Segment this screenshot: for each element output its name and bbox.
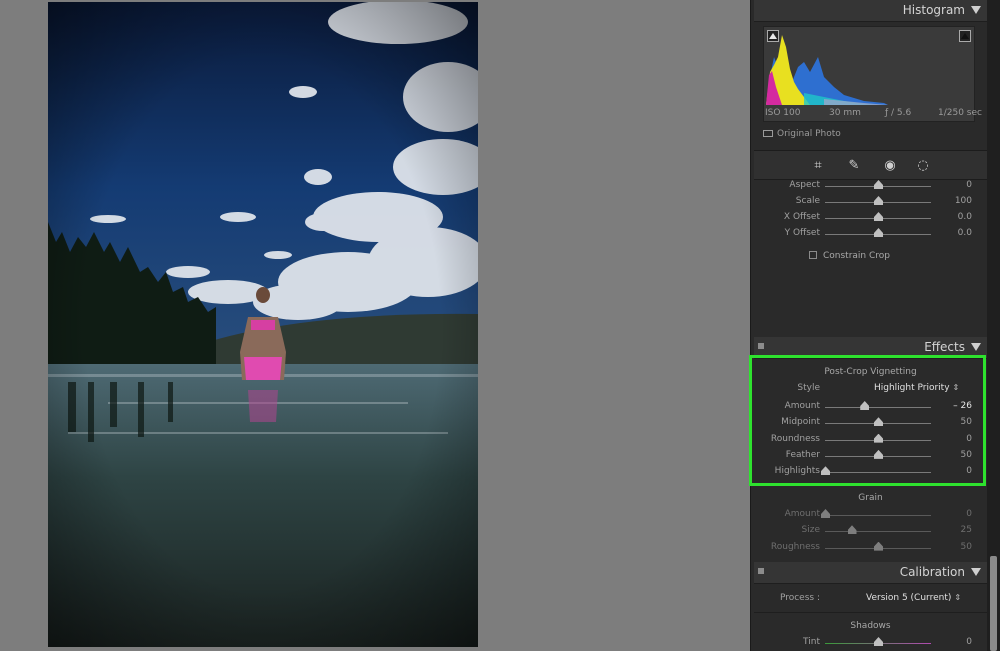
- vignetting-title: Post-Crop Vignetting: [824, 367, 917, 377]
- histogram-header[interactable]: Histogram: [754, 0, 987, 22]
- slider-row[interactable]: Feather 50: [0, 449, 1000, 464]
- effects-header[interactable]: Effects: [754, 337, 987, 359]
- aperture-readout: ƒ / 5.6: [885, 108, 912, 118]
- slider-row[interactable]: Amount 0: [0, 509, 1000, 523]
- slider-value[interactable]: 100: [930, 196, 972, 206]
- slider-value[interactable]: 0: [930, 509, 972, 519]
- slider-knob[interactable]: [821, 466, 830, 476]
- slider-row[interactable]: Roughness 50: [0, 541, 1000, 556]
- slider-label: X Offset: [783, 212, 820, 222]
- slider-value[interactable]: 50: [930, 417, 972, 427]
- checkbox-icon[interactable]: [809, 251, 817, 259]
- slider-value[interactable]: – 26: [930, 401, 972, 411]
- slider-row[interactable]: Aspect 0: [0, 180, 1000, 194]
- panel-switch-icon[interactable]: [758, 343, 764, 349]
- calibration-header[interactable]: Calibration: [754, 562, 987, 584]
- slider-knob[interactable]: [874, 449, 883, 459]
- slider-value[interactable]: 0: [930, 180, 972, 190]
- checkbox-icon[interactable]: [763, 130, 773, 137]
- slider-label: Scale: [795, 196, 820, 206]
- spot-removal-icon[interactable]: ✎: [845, 157, 863, 175]
- slider-label: Aspect: [789, 180, 820, 190]
- grain-title: Grain: [858, 493, 883, 503]
- process-version-select[interactable]: Version 5 (Current) ⇕: [866, 593, 961, 603]
- collapse-triangle-icon[interactable]: [971, 568, 981, 576]
- slider-track[interactable]: [825, 531, 931, 533]
- slider-label: Y Offset: [784, 228, 820, 238]
- slider-row[interactable]: Size 25: [0, 525, 1000, 539]
- process-label: Process :: [779, 593, 820, 603]
- slider-track[interactable]: [825, 407, 931, 408]
- slider-value[interactable]: 50: [930, 450, 972, 460]
- slider-knob[interactable]: [821, 509, 830, 518]
- focal-length-readout: 30 mm: [829, 108, 861, 118]
- slider-value[interactable]: 0.0: [930, 228, 972, 238]
- tint-knob[interactable]: [874, 637, 883, 646]
- slider-row[interactable]: Roundness 0: [0, 433, 1000, 448]
- updown-arrow-icon: ⇕: [954, 593, 962, 602]
- slider-label: Amount: [784, 401, 820, 411]
- slider-row[interactable]: Amount – 26: [0, 401, 1000, 415]
- process-row: Process :: [0, 593, 1000, 607]
- style-label: Style: [797, 383, 820, 393]
- tool-strip: ⌗ ✎ ◉ ◌: [754, 150, 987, 180]
- slider-label: Roughness: [770, 541, 820, 552]
- slider-value[interactable]: 50: [930, 542, 972, 552]
- histogram-curve: [766, 35, 888, 105]
- vignette-style-select[interactable]: Highlight Priority ⇕: [874, 383, 959, 393]
- crop-overlay-icon[interactable]: ⌗: [809, 157, 827, 175]
- slider-knob[interactable]: [860, 401, 870, 410]
- vignette-style-row: Style: [0, 383, 1000, 397]
- slider-row[interactable]: X Offset 0.0: [0, 212, 1000, 226]
- iso-readout: ISO 100: [765, 108, 801, 118]
- red-eye-icon[interactable]: ◉: [881, 157, 899, 175]
- slider-track[interactable]: [825, 515, 931, 516]
- slider-value[interactable]: 0: [930, 466, 972, 476]
- slider-row[interactable]: Y Offset 0.0: [0, 228, 1000, 242]
- shutter-readout: 1/250 sec: [938, 108, 982, 118]
- calibration-title: Calibration: [899, 565, 965, 579]
- slider-row[interactable]: Scale 100: [0, 196, 1000, 210]
- slider-label: Feather: [785, 449, 820, 460]
- slider-knob[interactable]: [874, 180, 883, 189]
- slider-knob[interactable]: [874, 541, 883, 551]
- slider-row[interactable]: Highlights 0: [0, 466, 1000, 480]
- process-version-value: Version 5 (Current): [866, 593, 952, 603]
- shadows-title: Shadows: [850, 621, 891, 631]
- slider-value[interactable]: 0.0: [930, 212, 972, 222]
- collapse-triangle-icon[interactable]: [971, 343, 981, 351]
- original-photo-label: Original Photo: [777, 129, 841, 139]
- collapse-triangle-icon[interactable]: [971, 6, 981, 14]
- slider-knob[interactable]: [874, 433, 883, 443]
- slider-knob[interactable]: [874, 212, 883, 221]
- slider-row[interactable]: Midpoint 50: [0, 417, 1000, 431]
- panel-switch-icon[interactable]: [758, 568, 764, 574]
- vignette-style-value: Highlight Priority: [874, 383, 950, 393]
- slider-knob[interactable]: [874, 196, 883, 205]
- slider-knob[interactable]: [874, 417, 883, 427]
- histogram-title: Histogram: [902, 3, 965, 17]
- slider-label: Highlights: [774, 466, 820, 477]
- tint-slider-row[interactable]: Tint 0: [0, 637, 1000, 651]
- tint-label: Tint: [803, 637, 820, 647]
- constrain-crop-label: Constrain Crop: [823, 251, 890, 261]
- tint-value[interactable]: 0: [930, 637, 972, 647]
- slider-value[interactable]: 25: [930, 525, 972, 535]
- slider-label: Size: [801, 525, 820, 536]
- radial-filter-icon[interactable]: ◌: [914, 157, 932, 175]
- slider-knob[interactable]: [874, 228, 883, 237]
- constrain-crop-checkbox[interactable]: Constrain Crop: [809, 251, 890, 261]
- divider: [754, 612, 987, 613]
- original-photo-toggle[interactable]: Original Photo: [763, 129, 841, 139]
- slider-track[interactable]: [825, 472, 931, 474]
- effects-title: Effects: [924, 340, 965, 354]
- slider-value[interactable]: 0: [930, 434, 972, 444]
- updown-arrow-icon: ⇕: [952, 383, 960, 392]
- slider-knob[interactable]: [847, 525, 857, 535]
- slider-label: Amount: [784, 509, 820, 519]
- slider-label: Midpoint: [781, 417, 820, 428]
- slider-label: Roundness: [770, 433, 820, 444]
